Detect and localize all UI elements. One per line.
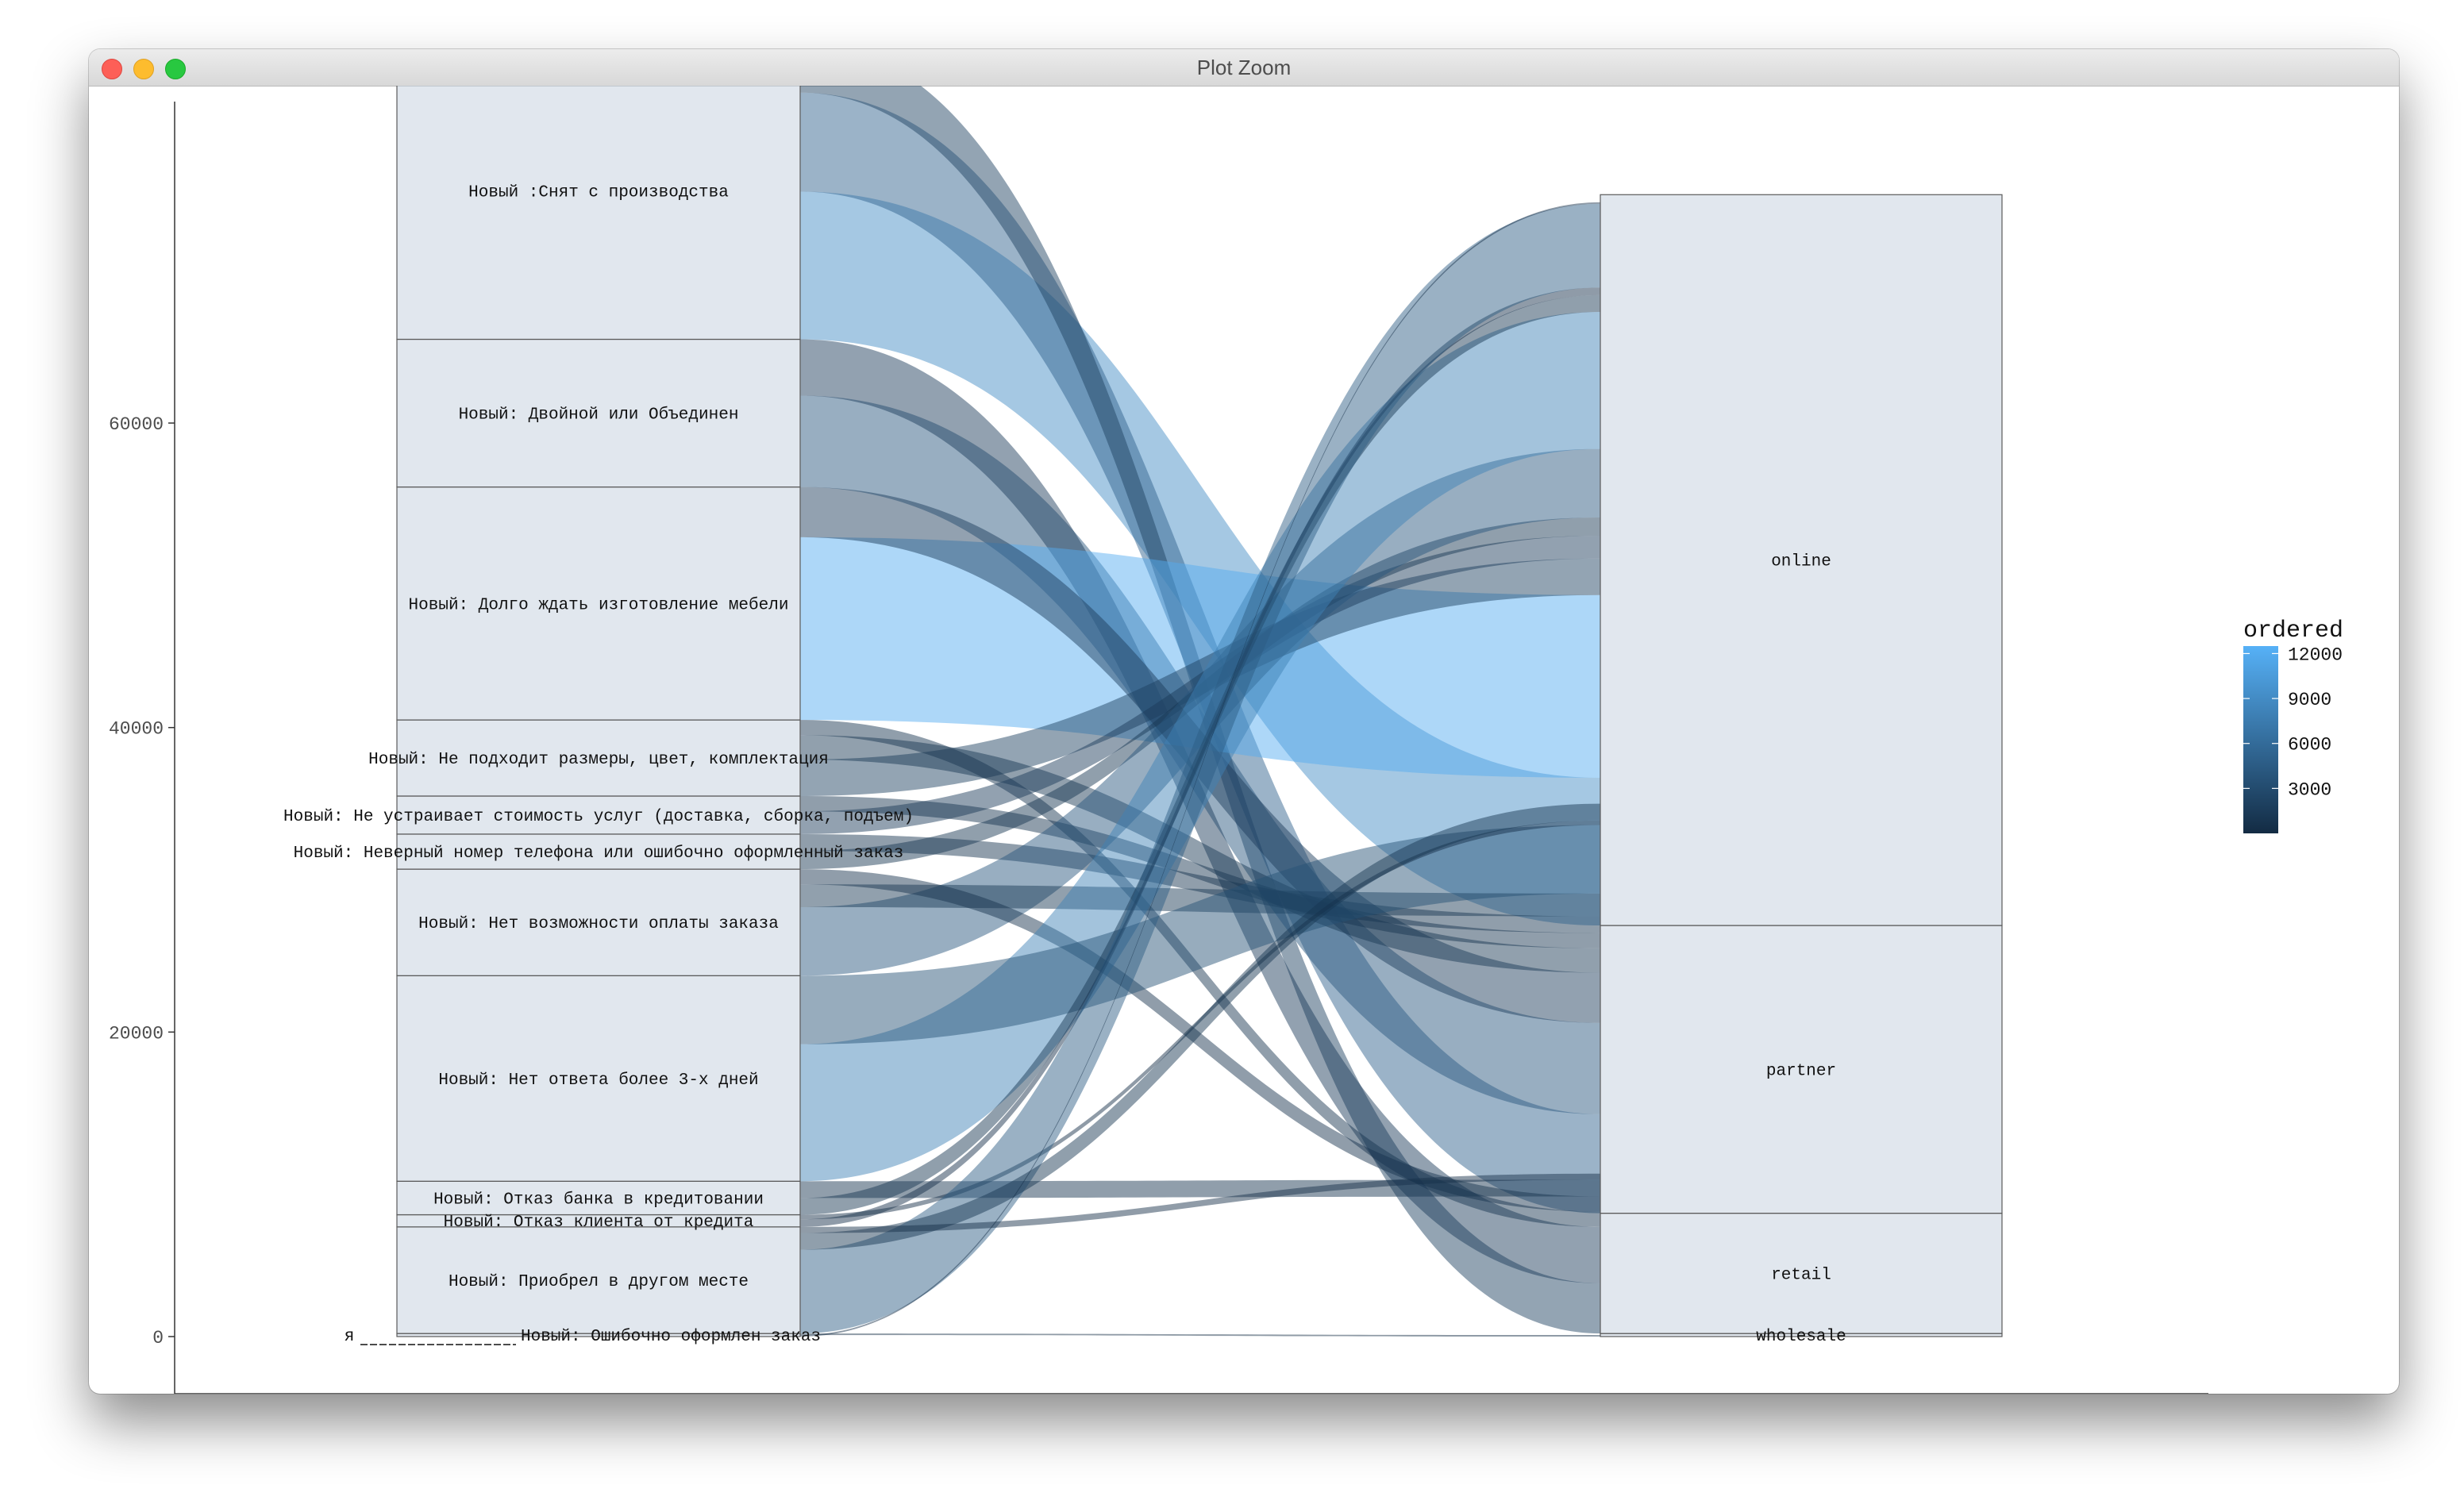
flows-layer	[800, 86, 1600, 1337]
closereason-label-новый-неверный-номер-телефона-или-ошибочно-оформленный-заказ: Новый: Неверный номер телефона или ошибо…	[294, 844, 904, 863]
y-tick-label: 60000	[109, 414, 164, 435]
closereason-label-новый-отказ-клиента-от-кредита: Новый: Отказ клиента от кредита	[444, 1214, 754, 1232]
closereason-stratum-новый-снят-с-производства	[396, 86, 801, 340]
saletype-label-wholesale: wholesale	[1756, 1328, 1846, 1346]
window-title: Plot Zoom	[1196, 56, 1292, 79]
legend-tick-label: 3000	[2288, 779, 2331, 800]
color-legend: ordered 3000 6000 9000 12000	[2243, 617, 2343, 833]
y-tick-label: 40000	[109, 719, 164, 740]
closereason-label-новый-отказ-банка-в-кредитовании: Новый: Отказ банка в кредитовании	[433, 1191, 764, 1209]
plot-zoom-window: Plot Zoom 0200004000060000closereasonsal…	[89, 49, 2399, 1394]
saletype-label-partner: partner	[1766, 1062, 1836, 1080]
closereason-label-я: я	[345, 1328, 355, 1346]
closereason-label-новый-двойной-или-объединен: Новый: Двойной или Объединен	[459, 406, 739, 425]
title-bar: Plot Zoom	[89, 49, 2399, 87]
legend-title: ordered	[2243, 617, 2343, 644]
y-tick-label: 0	[152, 1328, 164, 1348]
closereason-label-новый-приобрел-в-другом-месте: Новый: Приобрел в другом месте	[449, 1273, 749, 1291]
y-tick-label: 20000	[109, 1023, 164, 1044]
closereason-label-новый-долго-ждать-изготовление-мебели: Новый: Долго ждать изготовление мебели	[409, 596, 789, 614]
legend-colorbar	[2243, 646, 2278, 833]
saletype-label-retail: retail	[1771, 1266, 1831, 1284]
closereason-label-новый-нет-ответа-более-3-х-дней: Новый: Нет ответа более 3-х дней	[438, 1071, 758, 1090]
saletype-label-online: online	[1771, 553, 1831, 571]
closereason-label-новый-не-устраивает-стоимость-услуг-доставка-сборка-подъем: Новый: Не устраивает стоимость услуг (до…	[283, 808, 914, 826]
closereason-label-новый-не-подходит-размеры-цвет-комплектация: Новый: Не подходит размеры, цвет, компле…	[368, 751, 829, 769]
legend-tick-label: 12000	[2288, 644, 2343, 665]
legend-tick-label: 6000	[2288, 735, 2331, 756]
flow-27	[800, 1333, 1600, 1337]
closereason-label-новый-снят-с-производства: Новый :Снят с производства	[468, 183, 729, 202]
closereason-label-новый-нет-возможности-оплаты-заказа: Новый: Нет возможности оплаты заказа	[418, 915, 779, 933]
closereason-label-extra: Новый: Ошибочно оформлен заказ	[521, 1328, 821, 1346]
legend-tick-label: 9000	[2288, 690, 2331, 710]
alluvial-chart: 0200004000060000closereasonsaleType orde…	[109, 86, 2343, 1394]
